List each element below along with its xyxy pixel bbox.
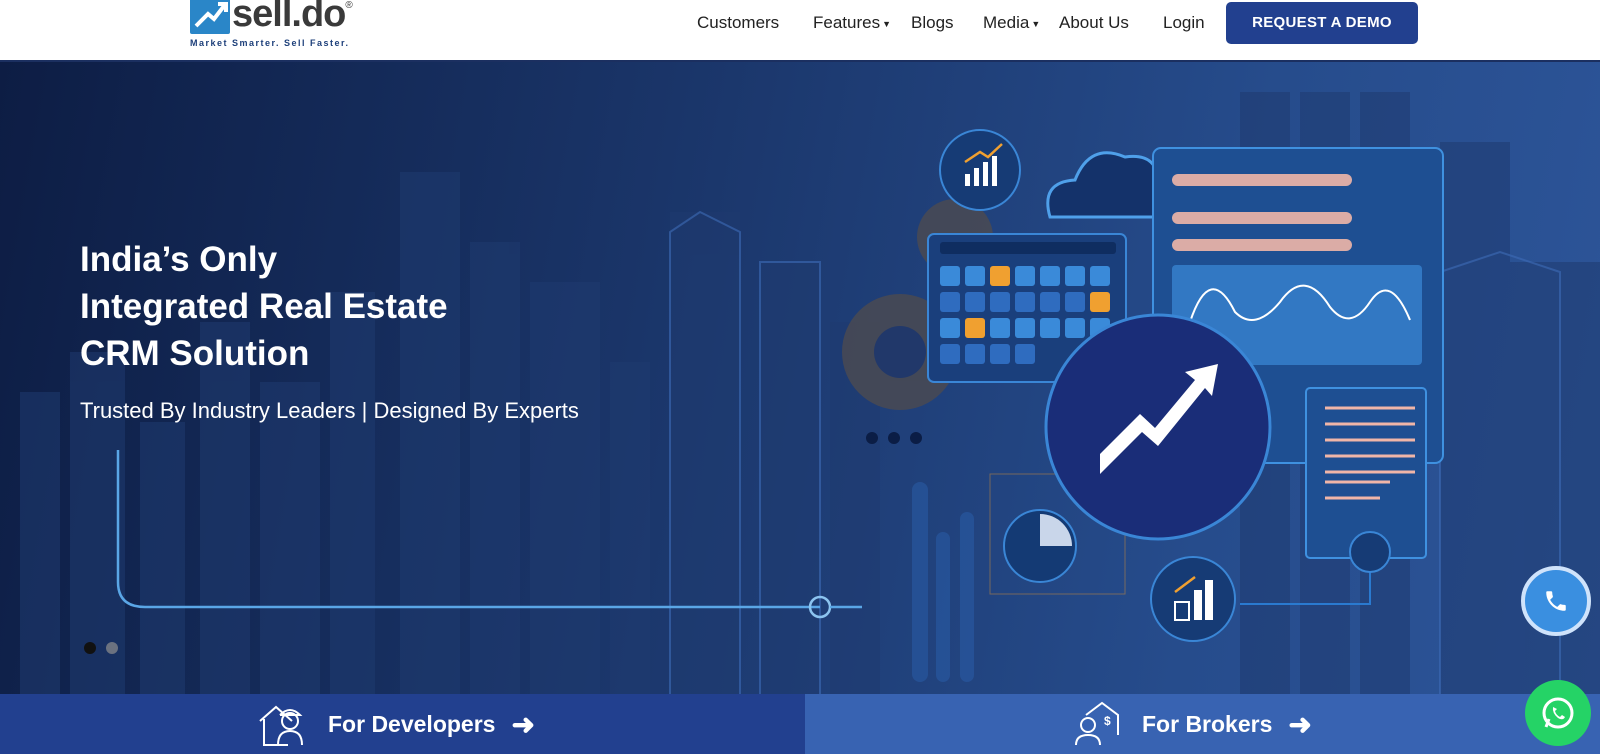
nav-blogs[interactable]: Blogs [911, 13, 954, 33]
calendar-cell [1015, 318, 1035, 338]
hero-title-line-2: Integrated Real Estate [80, 287, 448, 326]
calendar-cell [1015, 292, 1035, 312]
building-chart-icon [1150, 556, 1236, 642]
caret-down-icon: ▼ [1031, 18, 1041, 29]
calendar-cell [1065, 318, 1085, 338]
calendar-cell [965, 318, 985, 338]
nav-login-label: Login [1163, 13, 1205, 32]
audience-bar: For Developers ➜ $ For Brokers ➜ [0, 694, 1600, 754]
calendar-cell [1015, 344, 1035, 364]
slide-dot-1[interactable] [84, 642, 96, 654]
calendar-cell [990, 266, 1010, 286]
nav-customers[interactable]: Customers [697, 13, 779, 33]
svg-text:$: $ [1104, 714, 1111, 728]
hero-banner: India’s Only Integrated Real Estate CRM … [0, 62, 1600, 694]
calendar-cell [1065, 266, 1085, 286]
hero-title-line-3: CRM Solution [80, 334, 310, 373]
nav-about-us[interactable]: About Us [1059, 13, 1129, 33]
arrow-right-icon: ➜ [511, 708, 535, 740]
calendar-cell [965, 344, 985, 364]
calendar-cell [1040, 292, 1060, 312]
hero-illustration [20, 92, 1600, 694]
calendar-cell [1065, 292, 1085, 312]
calendar-cell [940, 292, 960, 312]
request-demo-button[interactable]: REQUEST A DEMO [1226, 2, 1418, 44]
call-button[interactable] [1521, 566, 1591, 636]
calendar-cell [965, 292, 985, 312]
slide-dot-2[interactable] [106, 642, 118, 654]
calendar-cell [1090, 292, 1110, 312]
phone-icon [1546, 591, 1566, 611]
calendar-cell [965, 266, 985, 286]
nav-features[interactable]: Features ▼ [813, 13, 891, 33]
calendar-cell [1015, 266, 1035, 286]
calendar-cell [990, 292, 1010, 312]
nav-login[interactable]: Login [1163, 13, 1205, 33]
calendar-cell [990, 344, 1010, 364]
hero-title-line-1: India’s Only [80, 240, 278, 279]
builder-icon [259, 705, 303, 746]
main-nav: Customers Features ▼ Blogs Media ▼ About U… [0, 0, 1600, 46]
for-developers-link[interactable]: For Developers ➜ [0, 694, 805, 754]
arrow-right-icon: ➜ [1288, 708, 1312, 740]
calendar-cell [1090, 266, 1110, 286]
calendar-cell [940, 266, 960, 286]
for-brokers-label: For Brokers [1142, 710, 1273, 737]
nav-media-label: Media [983, 13, 1030, 32]
calendar-cell [940, 344, 960, 364]
calendar-cell [990, 318, 1010, 338]
calendar-cell [940, 318, 960, 338]
calendar-cell [1040, 266, 1060, 286]
whatsapp-icon [1542, 697, 1574, 729]
whatsapp-button[interactable] [1525, 680, 1591, 746]
hero-title: India’s Only Integrated Real Estate CRM … [80, 236, 448, 377]
site-header: sell.do ® Market Smarter. Sell Faster. C… [0, 0, 1600, 62]
nav-blogs-label: Blogs [911, 13, 954, 32]
nav-media[interactable]: Media ▼ [983, 13, 1040, 33]
nav-about-label: About Us [1059, 13, 1129, 32]
slider-dots [84, 642, 118, 654]
nav-features-label: Features [813, 13, 881, 32]
calendar-cell [1040, 318, 1060, 338]
money-hand-icon [1349, 531, 1391, 573]
hero-subtitle: Trusted By Industry Leaders | Designed B… [80, 398, 579, 423]
for-brokers-link[interactable]: $ For Brokers ➜ [805, 694, 1600, 754]
broker-icon: $ [1075, 701, 1119, 746]
for-developers-label: For Developers [328, 710, 496, 737]
caret-down-icon: ▼ [882, 18, 892, 29]
nav-customers-label: Customers [697, 13, 780, 32]
